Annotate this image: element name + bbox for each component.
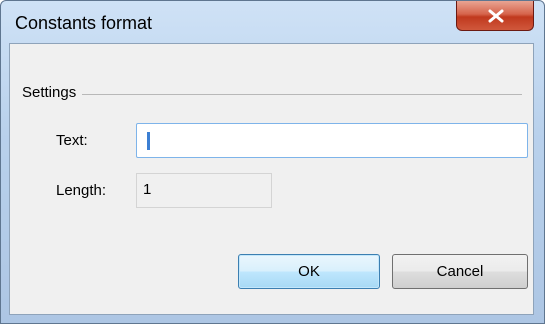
text-caret	[147, 132, 150, 150]
length-label: Length:	[56, 182, 107, 199]
cancel-button[interactable]: Cancel	[392, 254, 528, 289]
settings-group-divider	[22, 94, 522, 95]
close-icon	[488, 9, 504, 23]
close-button[interactable]	[456, 1, 534, 31]
text-label: Text:	[56, 132, 88, 149]
text-input[interactable]	[136, 123, 528, 158]
length-field: 1	[136, 173, 272, 208]
window-title: Constants format	[15, 13, 153, 33]
dialog-window: Constants format Settings Text: Length: …	[0, 0, 545, 324]
settings-group-label: Settings	[22, 84, 83, 101]
dialog-body: Settings Text: Length: 1 OK Cancel	[9, 43, 534, 315]
ok-button[interactable]: OK	[238, 254, 380, 289]
